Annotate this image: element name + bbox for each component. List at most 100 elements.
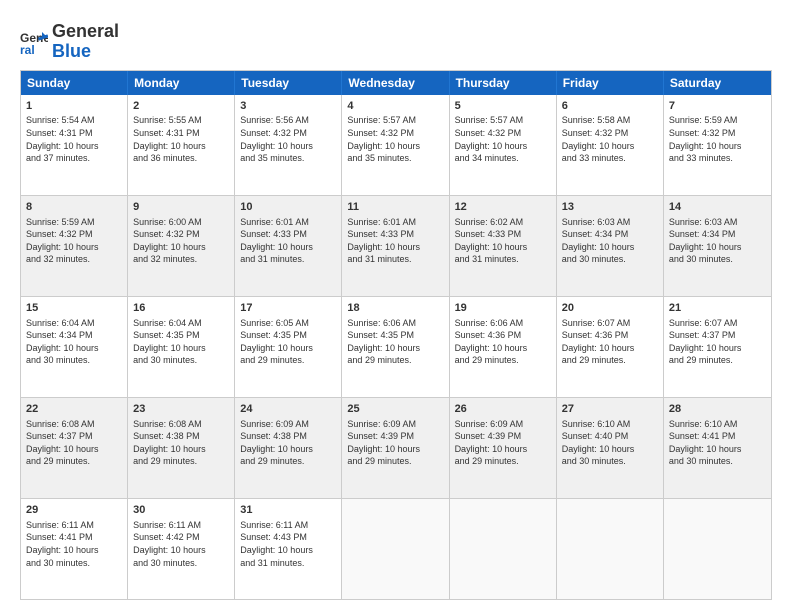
cell-line: Sunset: 4:34 PM <box>562 228 658 241</box>
day-cell-13: 13Sunrise: 6:03 AMSunset: 4:34 PMDayligh… <box>557 196 664 296</box>
day-number: 14 <box>669 200 766 215</box>
cell-line: Sunset: 4:33 PM <box>347 228 443 241</box>
cell-line: Sunset: 4:34 PM <box>26 329 122 342</box>
day-number: 9 <box>133 200 229 215</box>
day-number: 8 <box>26 200 122 215</box>
day-cell-14: 14Sunrise: 6:03 AMSunset: 4:34 PMDayligh… <box>664 196 771 296</box>
cell-line: Daylight: 10 hours <box>240 241 336 254</box>
empty-cell <box>450 499 557 599</box>
cell-line: and 29 minutes. <box>347 455 443 468</box>
logo-text-line1: General <box>52 22 119 42</box>
header-day-friday: Friday <box>557 71 664 95</box>
day-number: 16 <box>133 301 229 316</box>
cell-line: Sunset: 4:35 PM <box>133 329 229 342</box>
cell-line: Daylight: 10 hours <box>669 241 766 254</box>
cell-line: Sunrise: 6:11 AM <box>133 519 229 532</box>
cell-line: and 30 minutes. <box>562 455 658 468</box>
day-number: 21 <box>669 301 766 316</box>
cell-line: and 29 minutes. <box>240 354 336 367</box>
day-cell-26: 26Sunrise: 6:09 AMSunset: 4:39 PMDayligh… <box>450 398 557 498</box>
cell-line: Sunrise: 6:09 AM <box>347 418 443 431</box>
cell-line: and 29 minutes. <box>455 455 551 468</box>
cell-line: Sunset: 4:38 PM <box>133 430 229 443</box>
cell-line: Sunrise: 5:58 AM <box>562 114 658 127</box>
day-number: 3 <box>240 99 336 114</box>
cell-line: Sunset: 4:36 PM <box>562 329 658 342</box>
empty-cell <box>664 499 771 599</box>
header-day-thursday: Thursday <box>450 71 557 95</box>
cell-line: Daylight: 10 hours <box>455 342 551 355</box>
cell-line: Sunset: 4:35 PM <box>347 329 443 342</box>
calendar-row-2: 8Sunrise: 5:59 AMSunset: 4:32 PMDaylight… <box>21 195 771 296</box>
cell-line: Daylight: 10 hours <box>240 342 336 355</box>
day-number: 15 <box>26 301 122 316</box>
cell-line: Sunrise: 6:01 AM <box>240 216 336 229</box>
day-cell-11: 11Sunrise: 6:01 AMSunset: 4:33 PMDayligh… <box>342 196 449 296</box>
header: Gene ral General Blue <box>20 18 772 62</box>
cell-line: Sunrise: 5:54 AM <box>26 114 122 127</box>
day-cell-24: 24Sunrise: 6:09 AMSunset: 4:38 PMDayligh… <box>235 398 342 498</box>
day-cell-25: 25Sunrise: 6:09 AMSunset: 4:39 PMDayligh… <box>342 398 449 498</box>
day-cell-5: 5Sunrise: 5:57 AMSunset: 4:32 PMDaylight… <box>450 95 557 195</box>
header-day-tuesday: Tuesday <box>235 71 342 95</box>
cell-line: Daylight: 10 hours <box>347 241 443 254</box>
cell-line: Sunset: 4:34 PM <box>669 228 766 241</box>
cell-line: Sunset: 4:42 PM <box>133 531 229 544</box>
day-cell-1: 1Sunrise: 5:54 AMSunset: 4:31 PMDaylight… <box>21 95 128 195</box>
day-number: 31 <box>240 503 336 518</box>
cell-line: and 29 minutes. <box>669 354 766 367</box>
cell-line: Sunrise: 6:11 AM <box>26 519 122 532</box>
calendar-row-4: 22Sunrise: 6:08 AMSunset: 4:37 PMDayligh… <box>21 397 771 498</box>
svg-text:ral: ral <box>20 43 35 56</box>
cell-line: and 29 minutes. <box>26 455 122 468</box>
cell-line: Daylight: 10 hours <box>669 443 766 456</box>
calendar-body: 1Sunrise: 5:54 AMSunset: 4:31 PMDaylight… <box>21 95 771 599</box>
cell-line: Sunrise: 5:59 AM <box>26 216 122 229</box>
day-number: 7 <box>669 99 766 114</box>
header-day-saturday: Saturday <box>664 71 771 95</box>
day-number: 10 <box>240 200 336 215</box>
day-cell-19: 19Sunrise: 6:06 AMSunset: 4:36 PMDayligh… <box>450 297 557 397</box>
cell-line: Sunset: 4:37 PM <box>26 430 122 443</box>
day-number: 29 <box>26 503 122 518</box>
cell-line: Daylight: 10 hours <box>562 342 658 355</box>
cell-line: Daylight: 10 hours <box>133 443 229 456</box>
calendar-row-5: 29Sunrise: 6:11 AMSunset: 4:41 PMDayligh… <box>21 498 771 599</box>
cell-line: Sunrise: 5:55 AM <box>133 114 229 127</box>
cell-line: Daylight: 10 hours <box>240 544 336 557</box>
day-number: 19 <box>455 301 551 316</box>
cell-line: and 29 minutes. <box>562 354 658 367</box>
cell-line: Sunset: 4:39 PM <box>347 430 443 443</box>
cell-line: Sunset: 4:32 PM <box>669 127 766 140</box>
day-cell-23: 23Sunrise: 6:08 AMSunset: 4:38 PMDayligh… <box>128 398 235 498</box>
cell-line: Sunrise: 6:05 AM <box>240 317 336 330</box>
cell-line: and 30 minutes. <box>669 455 766 468</box>
cell-line: and 33 minutes. <box>562 152 658 165</box>
cell-line: Sunrise: 6:06 AM <box>455 317 551 330</box>
calendar-row-1: 1Sunrise: 5:54 AMSunset: 4:31 PMDaylight… <box>21 95 771 195</box>
calendar-header: SundayMondayTuesdayWednesdayThursdayFrid… <box>21 71 771 95</box>
cell-line: Sunrise: 6:09 AM <box>240 418 336 431</box>
day-number: 20 <box>562 301 658 316</box>
header-day-sunday: Sunday <box>21 71 128 95</box>
day-cell-2: 2Sunrise: 5:55 AMSunset: 4:31 PMDaylight… <box>128 95 235 195</box>
day-cell-16: 16Sunrise: 6:04 AMSunset: 4:35 PMDayligh… <box>128 297 235 397</box>
cell-line: and 32 minutes. <box>26 253 122 266</box>
cell-line: and 29 minutes. <box>240 455 336 468</box>
day-number: 24 <box>240 402 336 417</box>
cell-line: Sunset: 4:33 PM <box>240 228 336 241</box>
cell-line: Sunrise: 5:56 AM <box>240 114 336 127</box>
cell-line: Sunrise: 6:03 AM <box>562 216 658 229</box>
cell-line: and 30 minutes. <box>669 253 766 266</box>
day-cell-12: 12Sunrise: 6:02 AMSunset: 4:33 PMDayligh… <box>450 196 557 296</box>
page: Gene ral General Blue SundayMondayTuesda… <box>0 0 792 612</box>
cell-line: Daylight: 10 hours <box>347 140 443 153</box>
cell-line: Sunset: 4:32 PM <box>347 127 443 140</box>
day-number: 25 <box>347 402 443 417</box>
cell-line: Sunrise: 6:02 AM <box>455 216 551 229</box>
day-number: 11 <box>347 200 443 215</box>
cell-line: and 31 minutes. <box>240 557 336 570</box>
cell-line: Sunrise: 6:03 AM <box>669 216 766 229</box>
calendar-row-3: 15Sunrise: 6:04 AMSunset: 4:34 PMDayligh… <box>21 296 771 397</box>
empty-cell <box>342 499 449 599</box>
